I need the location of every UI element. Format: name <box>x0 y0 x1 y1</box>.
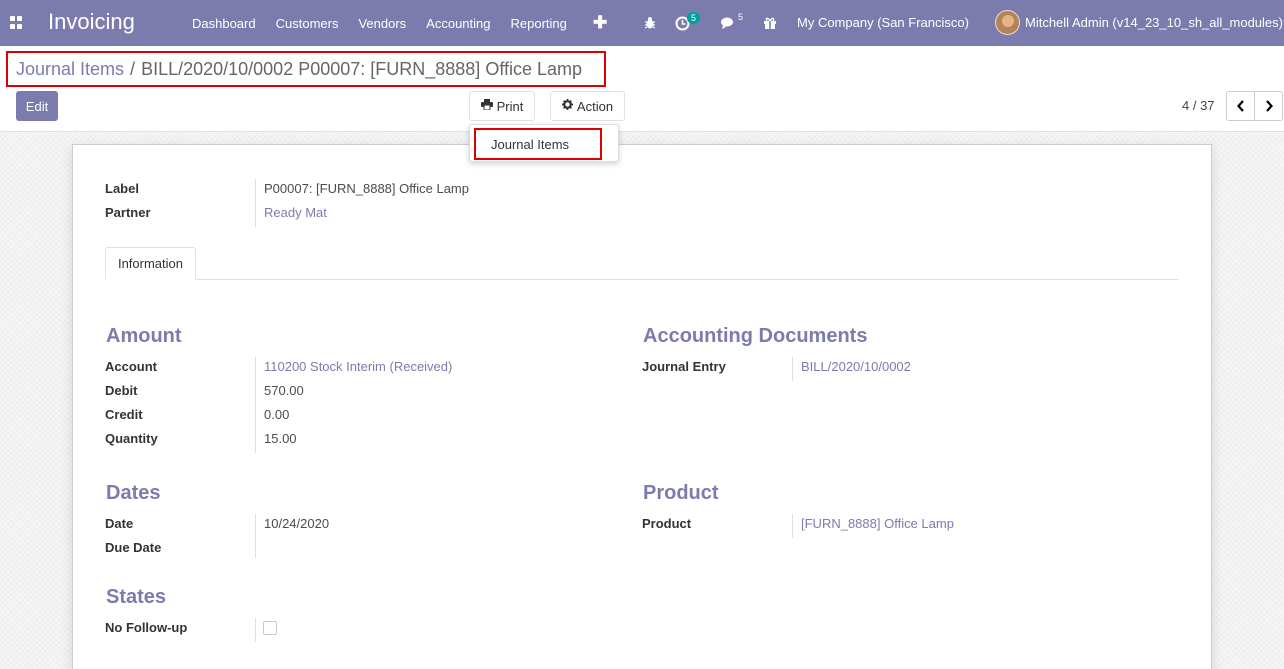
action-button[interactable]: Action <box>550 91 625 121</box>
debit-label: Debit <box>105 383 138 398</box>
avatar[interactable] <box>995 10 1020 35</box>
company-switcher[interactable]: My Company (San Francisco) <box>797 15 969 30</box>
comments-icon[interactable] <box>721 0 736 46</box>
label-field-value: P00007: [FURN_8888] Office Lamp <box>264 181 469 196</box>
print-button-label: Print <box>496 98 524 114</box>
pager-previous-button[interactable] <box>1226 91 1255 121</box>
user-menu[interactable]: Mitchell Admin (v14_23_10_sh_all_modules… <box>1025 15 1283 30</box>
date-label: Date <box>105 516 134 531</box>
partner-link[interactable]: Ready Mat <box>264 205 327 220</box>
breadcrumb-separator: / <box>130 58 136 79</box>
field-divider <box>255 514 256 558</box>
account-link[interactable]: 110200 Stock Interim (Received) <box>264 359 452 374</box>
field-divider <box>255 618 256 642</box>
top-navbar: Invoicing Dashboard Customers Vendors Ac… <box>0 0 1284 46</box>
debit-value: 570.00 <box>264 383 304 398</box>
breadcrumb-parent-link[interactable]: Journal Items <box>16 59 124 80</box>
tab-strip <box>105 279 1179 280</box>
journal-entry-label: Journal Entry <box>642 359 726 374</box>
print-journal-items-item[interactable]: Journal Items <box>474 128 602 160</box>
no-follow-up-label: No Follow-up <box>105 620 188 635</box>
apps-grid-icon[interactable] <box>10 16 23 29</box>
field-divider <box>792 357 793 381</box>
activity-count-badge: 5 <box>687 12 701 24</box>
plus-icon[interactable]: ✚ <box>593 13 607 33</box>
menu-customers[interactable]: Customers <box>266 16 349 31</box>
date-value: 10/24/2020 <box>264 516 330 531</box>
edit-button[interactable]: Edit <box>16 91 58 121</box>
main-menu: Dashboard Customers Vendors Accounting R… <box>182 0 577 46</box>
pager-value[interactable]: 4 / 37 <box>1182 98 1215 113</box>
journal-entry-link[interactable]: BILL/2020/10/0002 <box>801 359 911 374</box>
quantity-value: 15.00 <box>264 431 297 446</box>
pager-next-button[interactable] <box>1254 91 1283 121</box>
clock-icon[interactable] <box>675 0 690 46</box>
menu-dashboard[interactable]: Dashboard <box>182 16 266 31</box>
no-follow-up-checkbox[interactable] <box>263 621 277 635</box>
chevron-left-icon <box>1236 100 1244 112</box>
gift-icon[interactable] <box>763 0 777 46</box>
product-label: Product <box>642 516 692 531</box>
breadcrumb: Journal Items / BILL/2020/10/0002 P00007… <box>6 51 606 87</box>
product-group-title: Product <box>643 482 719 504</box>
action-button-label: Action <box>576 98 614 114</box>
form-sheet <box>72 144 1212 669</box>
field-divider <box>255 357 256 453</box>
menu-reporting[interactable]: Reporting <box>501 16 577 31</box>
messages-count-badge: 5 <box>738 12 744 22</box>
account-label: Account <box>105 359 157 374</box>
states-group-title: States <box>106 586 167 608</box>
tab-information[interactable]: Information <box>105 247 196 280</box>
gear-icon <box>561 99 573 113</box>
label-field-label: Label <box>105 181 139 196</box>
bug-icon[interactable] <box>643 0 657 46</box>
print-button[interactable]: Print <box>469 91 535 121</box>
credit-label: Credit <box>105 407 143 422</box>
due-date-label: Due Date <box>105 540 162 555</box>
menu-vendors[interactable]: Vendors <box>348 16 416 31</box>
print-icon <box>480 99 493 113</box>
amount-group-title: Amount <box>106 325 182 347</box>
chevron-right-icon <box>1265 100 1273 112</box>
print-dropdown-menu: Journal Items <box>469 124 619 162</box>
partner-field-label: Partner <box>105 205 151 220</box>
dates-group-title: Dates <box>106 482 161 504</box>
credit-value: 0.00 <box>264 407 290 422</box>
product-link[interactable]: [FURN_8888] Office Lamp <box>801 516 954 531</box>
accounting-documents-group-title: Accounting Documents <box>643 325 868 347</box>
quantity-label: Quantity <box>105 431 158 446</box>
menu-accounting[interactable]: Accounting <box>416 16 500 31</box>
breadcrumb-current: BILL/2020/10/0002 P00007: [FURN_8888] Of… <box>141 58 583 79</box>
field-divider <box>792 514 793 538</box>
field-divider <box>255 179 256 227</box>
app-title[interactable]: Invoicing <box>48 9 135 35</box>
